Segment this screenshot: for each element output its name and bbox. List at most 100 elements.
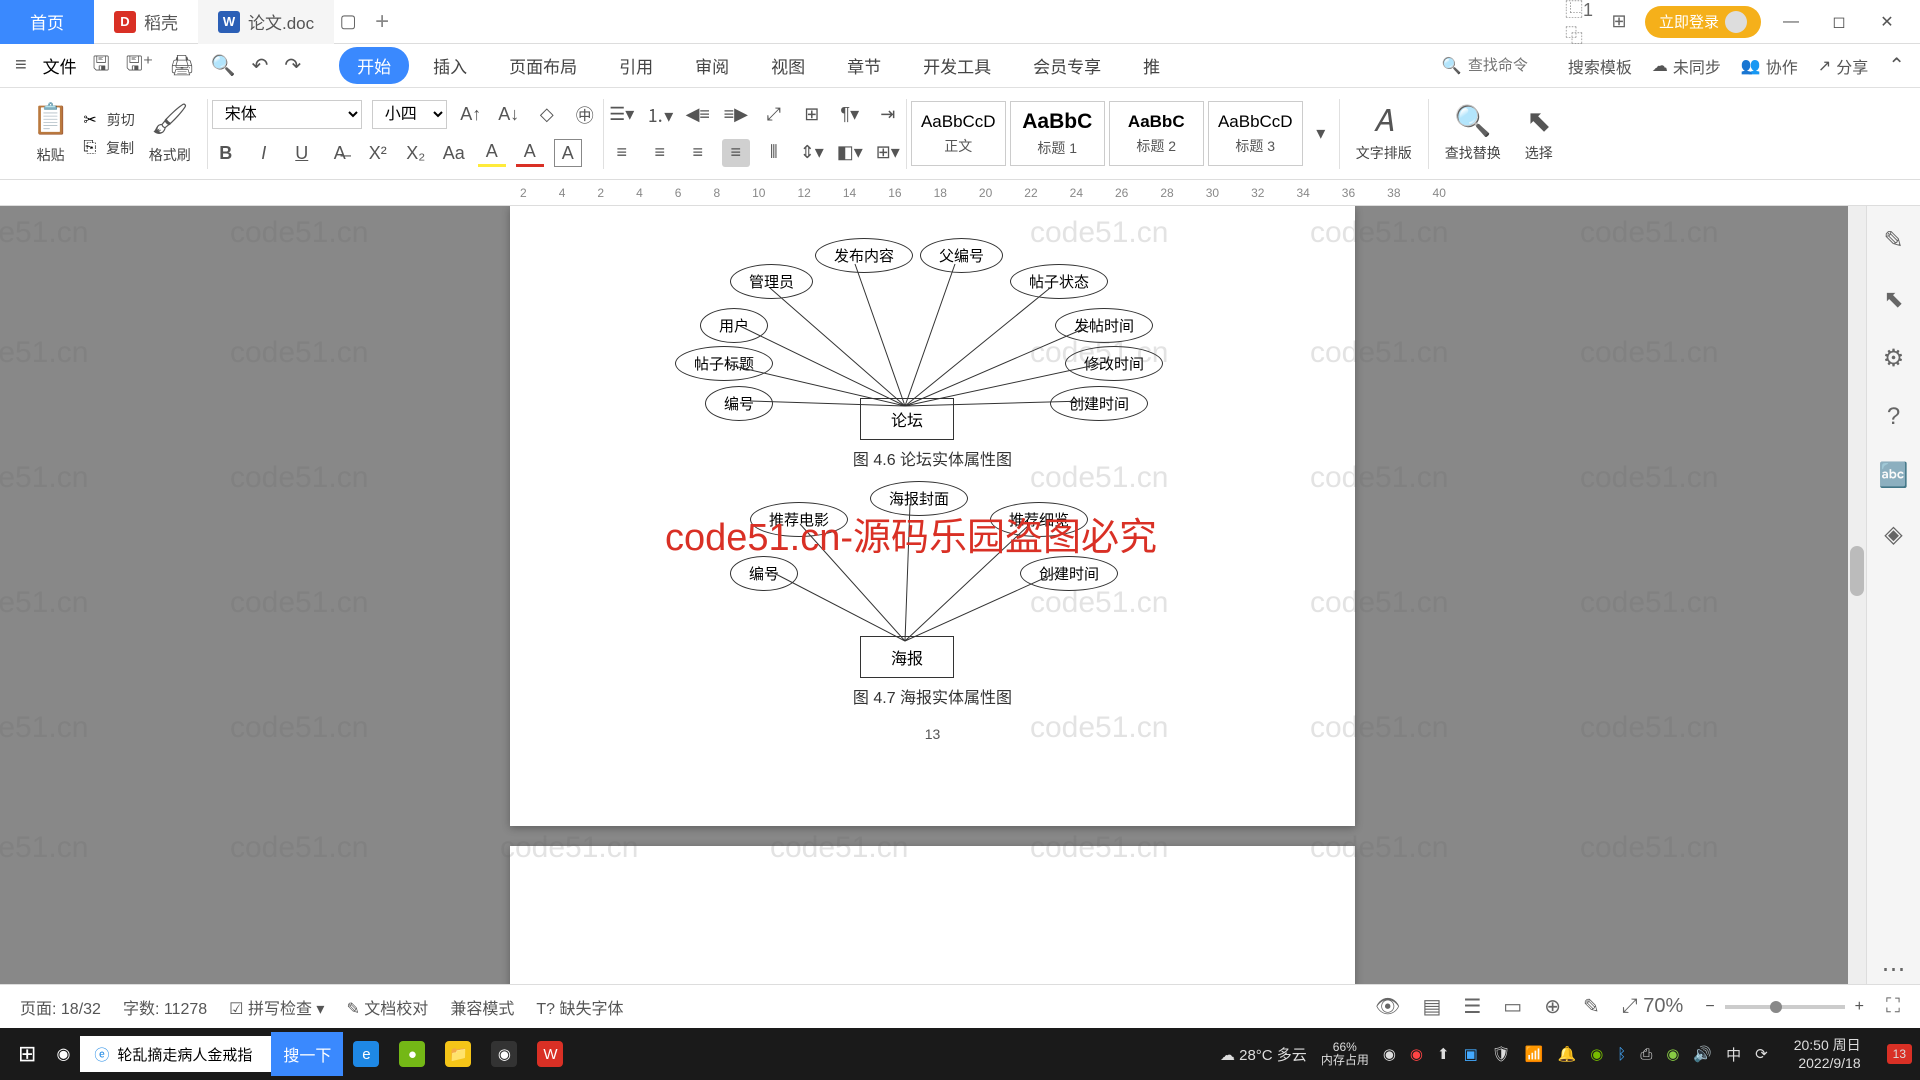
tray-nvidia-icon[interactable]: ◉ (1590, 1045, 1603, 1063)
phonetic-icon[interactable]: ㊥ (571, 101, 599, 129)
read-mode-icon[interactable]: ⿺1⿻ (1565, 8, 1593, 36)
tray-wifi-icon[interactable]: 📶 (1525, 1045, 1544, 1063)
ribbon-tab-insert[interactable]: 插入 (415, 47, 485, 84)
hamburger-icon[interactable]: ≡ (15, 54, 27, 77)
redo-icon[interactable]: ↷ (284, 53, 301, 78)
page-view-icon[interactable]: ▤ (1422, 994, 1441, 1019)
notification-icon[interactable]: 13 (1887, 1044, 1912, 1064)
line-spacing-button[interactable]: ⇕▾ (798, 139, 826, 167)
start-button[interactable]: ⊞ (8, 1032, 46, 1076)
login-button[interactable]: 立即登录 (1645, 6, 1761, 38)
tray-usb-icon[interactable]: ⎙ (1640, 1046, 1652, 1063)
paste-icon[interactable]: 📋 (32, 102, 69, 137)
memory-widget[interactable]: 66%内存占用 (1321, 1041, 1369, 1067)
word-count[interactable]: 字数: 11278 (123, 995, 207, 1019)
tray-icon-2[interactable]: ◉ (1410, 1045, 1423, 1063)
ruler[interactable]: 2 4 2 4 6 8 10 12 14 16 18 20 22 24 26 2… (0, 180, 1920, 206)
file-menu[interactable]: 文件 (43, 53, 77, 78)
ribbon-tab-layout[interactable]: 页面布局 (491, 47, 595, 84)
tab-window-icon[interactable]: ▢ (334, 8, 362, 36)
show-marks-button[interactable]: ¶▾ (836, 101, 864, 129)
align-center-button[interactable]: ≡ (646, 139, 674, 167)
ribbon-tab-review[interactable]: 审阅 (677, 47, 747, 84)
cursor-tool-icon[interactable]: ⬉ (1883, 285, 1903, 314)
page-info[interactable]: 页面: 18/32 (20, 995, 101, 1019)
tray-icon-3[interactable]: ⬆ (1437, 1045, 1450, 1063)
find-replace-icon[interactable]: 🔍 (1454, 104, 1491, 139)
ribbon-tab-start[interactable]: 开始 (339, 47, 409, 84)
align-right-button[interactable]: ≡ (684, 139, 712, 167)
wps-app-icon[interactable]: W (527, 1032, 573, 1076)
tab-document[interactable]: W 论文.doc (198, 0, 334, 44)
taskbar-search-input[interactable] (117, 1046, 257, 1063)
bold-button[interactable]: B (212, 139, 240, 167)
ribbon-tab-devtools[interactable]: 开发工具 (905, 47, 1009, 84)
style-heading2[interactable]: AaBbC 标题 2 (1109, 101, 1204, 166)
increase-indent-button[interactable]: ≡▶ (722, 101, 750, 129)
tray-ime-icon[interactable]: 中 (1726, 1044, 1741, 1065)
copy-icon[interactable]: ⎘ (83, 139, 96, 157)
undo-icon[interactable]: ↶ (252, 53, 269, 78)
zoom-slider[interactable] (1725, 1005, 1845, 1009)
ribbon-tab-view[interactable]: 视图 (753, 47, 823, 84)
tray-bell-icon[interactable]: 🔔 (1558, 1045, 1577, 1063)
shading-button[interactable]: ◧▾ (836, 139, 864, 167)
font-family-select[interactable]: 宋体 (212, 100, 362, 129)
outline-view-icon[interactable]: ☰ (1463, 994, 1481, 1019)
save-icon[interactable]: 🖫 (93, 49, 110, 83)
paste-label[interactable]: 粘贴 (37, 145, 65, 165)
text-direction-button[interactable]: ⤢ (760, 101, 788, 129)
change-case-button[interactable]: Aa (440, 139, 468, 167)
apps-icon[interactable]: ⊞ (1605, 8, 1633, 36)
fit-page-icon[interactable]: ⤢ 70% (1622, 995, 1684, 1018)
search-template[interactable]: 搜索模板 (1568, 54, 1632, 78)
close-button[interactable]: ✕ (1869, 4, 1905, 40)
collab-button[interactable]: 👥 协作 (1741, 54, 1798, 78)
web-view-icon[interactable]: ⊕ (1544, 994, 1561, 1019)
sync-status[interactable]: ☁ 未同步 (1652, 54, 1721, 78)
doc-proof[interactable]: ✎ 文档校对 (346, 995, 428, 1019)
tray-icon-4[interactable]: ▣ (1464, 1045, 1478, 1063)
tray-volume-icon[interactable]: 🔊 (1693, 1045, 1712, 1063)
collapse-ribbon-icon[interactable]: ⌃ (1888, 53, 1905, 78)
translate-tool-icon[interactable]: 🔤 (1879, 461, 1909, 490)
align-justify-button[interactable]: ≡ (722, 139, 750, 167)
clock[interactable]: 20:50 周日2022/9/18 (1782, 1036, 1873, 1072)
command-search-input[interactable] (1468, 57, 1548, 74)
settings-tool-icon[interactable]: ⚙ (1883, 344, 1905, 373)
zoom-out-button[interactable]: − (1705, 998, 1714, 1016)
help-tool-icon[interactable]: ? (1887, 403, 1900, 431)
missing-font[interactable]: T? 缺失字体 (536, 995, 623, 1019)
italic-button[interactable]: I (250, 139, 278, 167)
share-button[interactable]: ↗ 分享 (1818, 54, 1868, 78)
eye-mode-icon[interactable]: 👁 (1375, 994, 1400, 1019)
pen-tool-icon[interactable]: ✎ (1883, 226, 1903, 255)
styles-more-button[interactable]: ▾ (1307, 120, 1335, 148)
print-preview-icon[interactable]: 🔍 (211, 53, 236, 78)
snap-grid-button[interactable]: ⊞ (798, 101, 826, 129)
tab-docao[interactable]: D 稻壳 (94, 0, 198, 44)
font-size-select[interactable]: 小四 (372, 100, 447, 129)
tray-green-icon[interactable]: ◉ (1666, 1045, 1679, 1063)
tab-home[interactable]: 首页 (0, 0, 94, 44)
ribbon-tab-more[interactable]: 推 (1125, 47, 1178, 84)
borders-button[interactable]: ⊞▾ (874, 139, 902, 167)
numbering-button[interactable]: ⒈▾ (646, 101, 674, 129)
minimize-button[interactable]: — (1773, 4, 1809, 40)
taskbar-search[interactable]: ⓔ (80, 1036, 271, 1072)
command-search[interactable]: 🔍 (1442, 56, 1548, 76)
align-left-button[interactable]: ≡ (608, 139, 636, 167)
distribute-button[interactable]: ⫴ (760, 139, 788, 167)
reading-view-icon[interactable]: ▭ (1503, 994, 1522, 1019)
app-icon-1[interactable]: ◉ (481, 1032, 527, 1076)
annotate-icon[interactable]: ✎ (1583, 994, 1600, 1019)
print-icon[interactable]: 🖨 (169, 53, 194, 78)
tray-sync-icon[interactable]: ⟳ (1755, 1045, 1768, 1063)
ribbon-tab-member[interactable]: 会员专享 (1015, 47, 1119, 84)
decrease-indent-button[interactable]: ◀≡ (684, 101, 712, 129)
decrease-font-icon[interactable]: A↓ (495, 101, 523, 129)
underline-button[interactable]: U (288, 139, 316, 167)
char-border-button[interactable]: A (554, 139, 582, 167)
location-tool-icon[interactable]: ◈ (1884, 520, 1902, 549)
tray-bluetooth-icon[interactable]: ᛒ (1617, 1046, 1626, 1063)
